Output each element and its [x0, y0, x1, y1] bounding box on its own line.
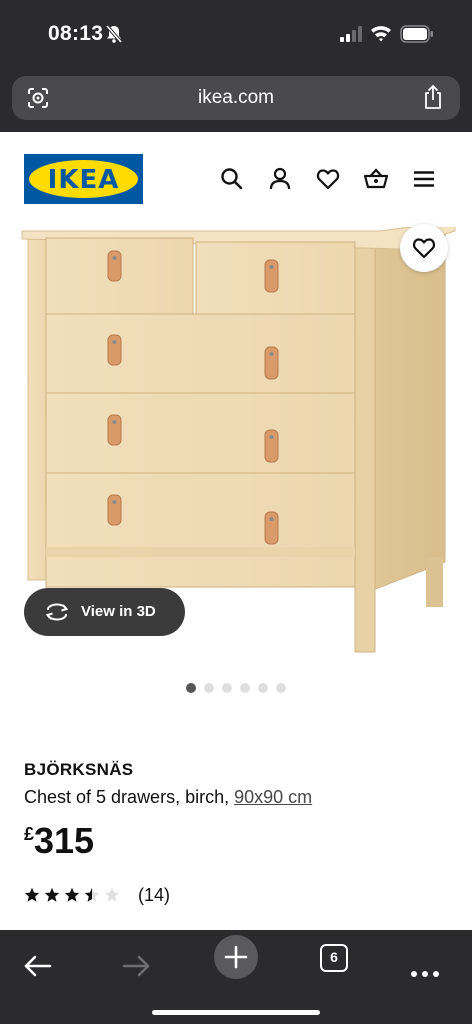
- star-half-icon: [84, 887, 100, 902]
- view-in-3d-button[interactable]: View in 3D: [24, 588, 185, 636]
- star-empty-icon: [104, 887, 120, 902]
- silent-bell-icon: [105, 24, 123, 44]
- view-in-3d-label: View in 3D: [81, 603, 156, 620]
- new-tab-button[interactable]: [214, 935, 258, 979]
- review-count[interactable]: (14): [138, 885, 170, 906]
- price-currency: £: [24, 824, 35, 844]
- product-name: BJÖRKSNÄS: [24, 760, 134, 779]
- product-type: Chest of 5 drawers, birch,: [24, 787, 230, 807]
- add-to-wishlist-button[interactable]: [400, 224, 448, 272]
- rotate-3d-icon: [45, 603, 69, 621]
- product-price: £315: [24, 820, 94, 862]
- tab-switcher-button[interactable]: 6: [320, 944, 348, 972]
- menu-icon[interactable]: [411, 166, 437, 192]
- wishlist-heart-icon[interactable]: [315, 166, 341, 192]
- carousel-dot[interactable]: [258, 683, 268, 693]
- shopping-basket-icon[interactable]: [363, 166, 389, 192]
- carousel-dot[interactable]: [186, 683, 196, 693]
- more-options-icon[interactable]: [410, 952, 440, 996]
- product-dimensions-link[interactable]: 90x90 cm: [234, 787, 312, 807]
- account-icon[interactable]: [267, 166, 293, 192]
- ikea-logo[interactable]: IKEA: [24, 154, 143, 204]
- logo-text: IKEA: [47, 165, 120, 195]
- carousel-pagination[interactable]: [0, 680, 472, 693]
- heart-icon: [413, 238, 435, 259]
- star-full-icon: [24, 887, 40, 902]
- product-description: Chest of 5 drawers, birch, 90x90 cm: [24, 787, 312, 808]
- share-icon[interactable]: [422, 84, 444, 110]
- status-bar: 08:13: [0, 0, 472, 70]
- carousel-dot[interactable]: [276, 683, 286, 693]
- plus-icon: [224, 945, 248, 969]
- battery-icon: [400, 25, 433, 43]
- product-image[interactable]: [0, 220, 472, 787]
- status-time: 08:13: [48, 22, 104, 45]
- carousel-dot[interactable]: [222, 683, 232, 693]
- site-header: IKEA: [0, 132, 472, 227]
- price-value: 315: [34, 820, 95, 861]
- forward-arrow-icon[interactable]: [120, 944, 152, 988]
- browser-toolbar: 6: [0, 930, 472, 1024]
- carousel-dot[interactable]: [204, 683, 214, 693]
- home-indicator[interactable]: [152, 1010, 320, 1015]
- star-full-icon: [44, 887, 60, 902]
- cellular-signal-icon: [340, 26, 362, 42]
- address-bar[interactable]: ikea.com: [12, 76, 460, 120]
- web-page: IKEA View in 3D BJÖRKSNÄS Chest of 5 dra…: [0, 132, 472, 930]
- carousel-dot[interactable]: [240, 683, 250, 693]
- browser-address-area: ikea.com: [0, 70, 472, 132]
- star-full-icon: [64, 887, 80, 902]
- wifi-icon: [371, 26, 391, 42]
- back-arrow-icon[interactable]: [22, 944, 54, 988]
- search-icon[interactable]: [219, 166, 245, 192]
- url-text[interactable]: ikea.com: [12, 87, 460, 109]
